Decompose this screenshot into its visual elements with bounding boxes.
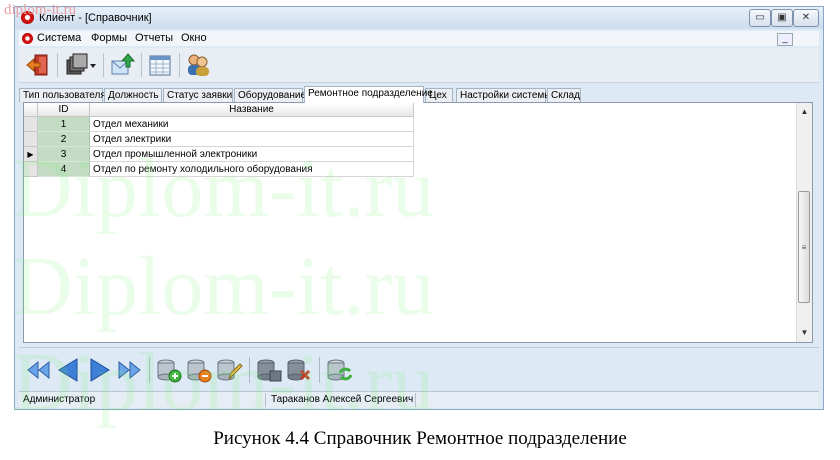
tab-warehouse[interactable]: Склад xyxy=(547,88,581,102)
delete-record-icon[interactable] xyxy=(185,357,213,383)
scroll-thumb[interactable]: ≡ xyxy=(798,191,810,303)
scroll-down-icon[interactable]: ▼ xyxy=(797,326,812,340)
export-icon[interactable] xyxy=(109,52,136,78)
mdi-minimize-button[interactable]: _ xyxy=(777,33,793,46)
cell-id[interactable]: 3 xyxy=(38,147,90,162)
current-row-indicator-icon[interactable]: ▶ xyxy=(24,147,38,162)
cell-name[interactable]: Отдел промышленной электроники xyxy=(90,147,414,162)
column-header-name[interactable]: Название xyxy=(90,103,414,117)
menu-otchety[interactable]: Отчеты xyxy=(135,32,173,44)
tab-user-type[interactable]: Тип пользователя xyxy=(19,88,106,102)
cell-id[interactable]: 4 xyxy=(38,162,90,177)
tab-request-status[interactable]: Статус заявки xyxy=(163,88,233,102)
close-button[interactable]: ✕ xyxy=(793,9,819,27)
cell-name[interactable]: Отдел электрики xyxy=(90,132,414,147)
page-watermark-text: diplom-it.ru xyxy=(4,2,77,18)
add-record-icon[interactable] xyxy=(155,357,183,383)
exit-icon[interactable] xyxy=(25,52,51,78)
menu-bar: Система Формы Отчеты Окно _ xyxy=(19,31,819,46)
figure-caption: Рисунок 4.4 Справочник Ремонтное подразд… xyxy=(213,428,627,449)
minimize-button[interactable]: ▭ xyxy=(749,9,771,27)
prev-record-icon[interactable] xyxy=(55,357,83,383)
data-grid: ID Название 1 Отдел механики 2 Отдел электр… xyxy=(23,102,813,343)
toolbar xyxy=(19,48,819,83)
last-record-icon[interactable] xyxy=(115,357,143,383)
refresh-icon[interactable] xyxy=(325,357,353,383)
row-header-corner xyxy=(24,103,38,117)
cancel-record-icon[interactable] xyxy=(285,357,313,383)
mdi-app-icon xyxy=(22,33,33,44)
save-record-icon[interactable] xyxy=(255,357,283,383)
cell-id[interactable]: 2 xyxy=(38,132,90,147)
row-header[interactable] xyxy=(24,162,38,177)
cell-name[interactable]: Отдел механики xyxy=(90,117,414,132)
windows-dropdown-icon[interactable] xyxy=(63,52,97,78)
row-header[interactable] xyxy=(24,132,38,147)
menu-formy[interactable]: Формы xyxy=(91,32,127,44)
scroll-up-icon[interactable]: ▲ xyxy=(797,105,812,119)
tab-strip: Тип пользователя Должность Статус заявки… xyxy=(19,86,819,103)
cell-name[interactable]: Отдел по ремонту холодильного оборудован… xyxy=(90,162,414,177)
tab-repair-department[interactable]: Ремонтное подразделение xyxy=(304,86,433,103)
menu-okno[interactable]: Окно xyxy=(181,32,207,44)
tab-position[interactable]: Должность xyxy=(104,88,162,102)
status-role: Администратор xyxy=(23,394,96,405)
tab-equipment[interactable]: Оборудование xyxy=(234,88,306,102)
record-navigator xyxy=(19,347,819,390)
calendar-table-icon[interactable] xyxy=(147,52,173,78)
row-header[interactable] xyxy=(24,117,38,132)
users-icon[interactable] xyxy=(185,52,211,78)
tab-system-settings[interactable]: Настройки системы xyxy=(456,88,552,102)
status-user: Тараканов Алексей Сергеевич xyxy=(271,394,414,405)
next-record-icon[interactable] xyxy=(85,357,113,383)
column-header-id[interactable]: ID xyxy=(38,103,90,117)
title-bar: Клиент - [Справочник] ▭ ▣ ✕ xyxy=(15,7,823,29)
maximize-button[interactable]: ▣ xyxy=(771,9,793,27)
cell-id[interactable]: 1 xyxy=(38,117,90,132)
edit-record-icon[interactable] xyxy=(215,357,243,383)
status-bar: Администратор Тараканов Алексей Сергееви… xyxy=(19,391,819,408)
menu-sistema[interactable]: Система xyxy=(37,32,81,44)
first-record-icon[interactable] xyxy=(25,357,53,383)
vertical-scrollbar[interactable]: ▲ ≡ ▼ xyxy=(796,103,812,342)
app-window: Клиент - [Справочник] ▭ ▣ ✕ Система Форм… xyxy=(14,6,824,410)
